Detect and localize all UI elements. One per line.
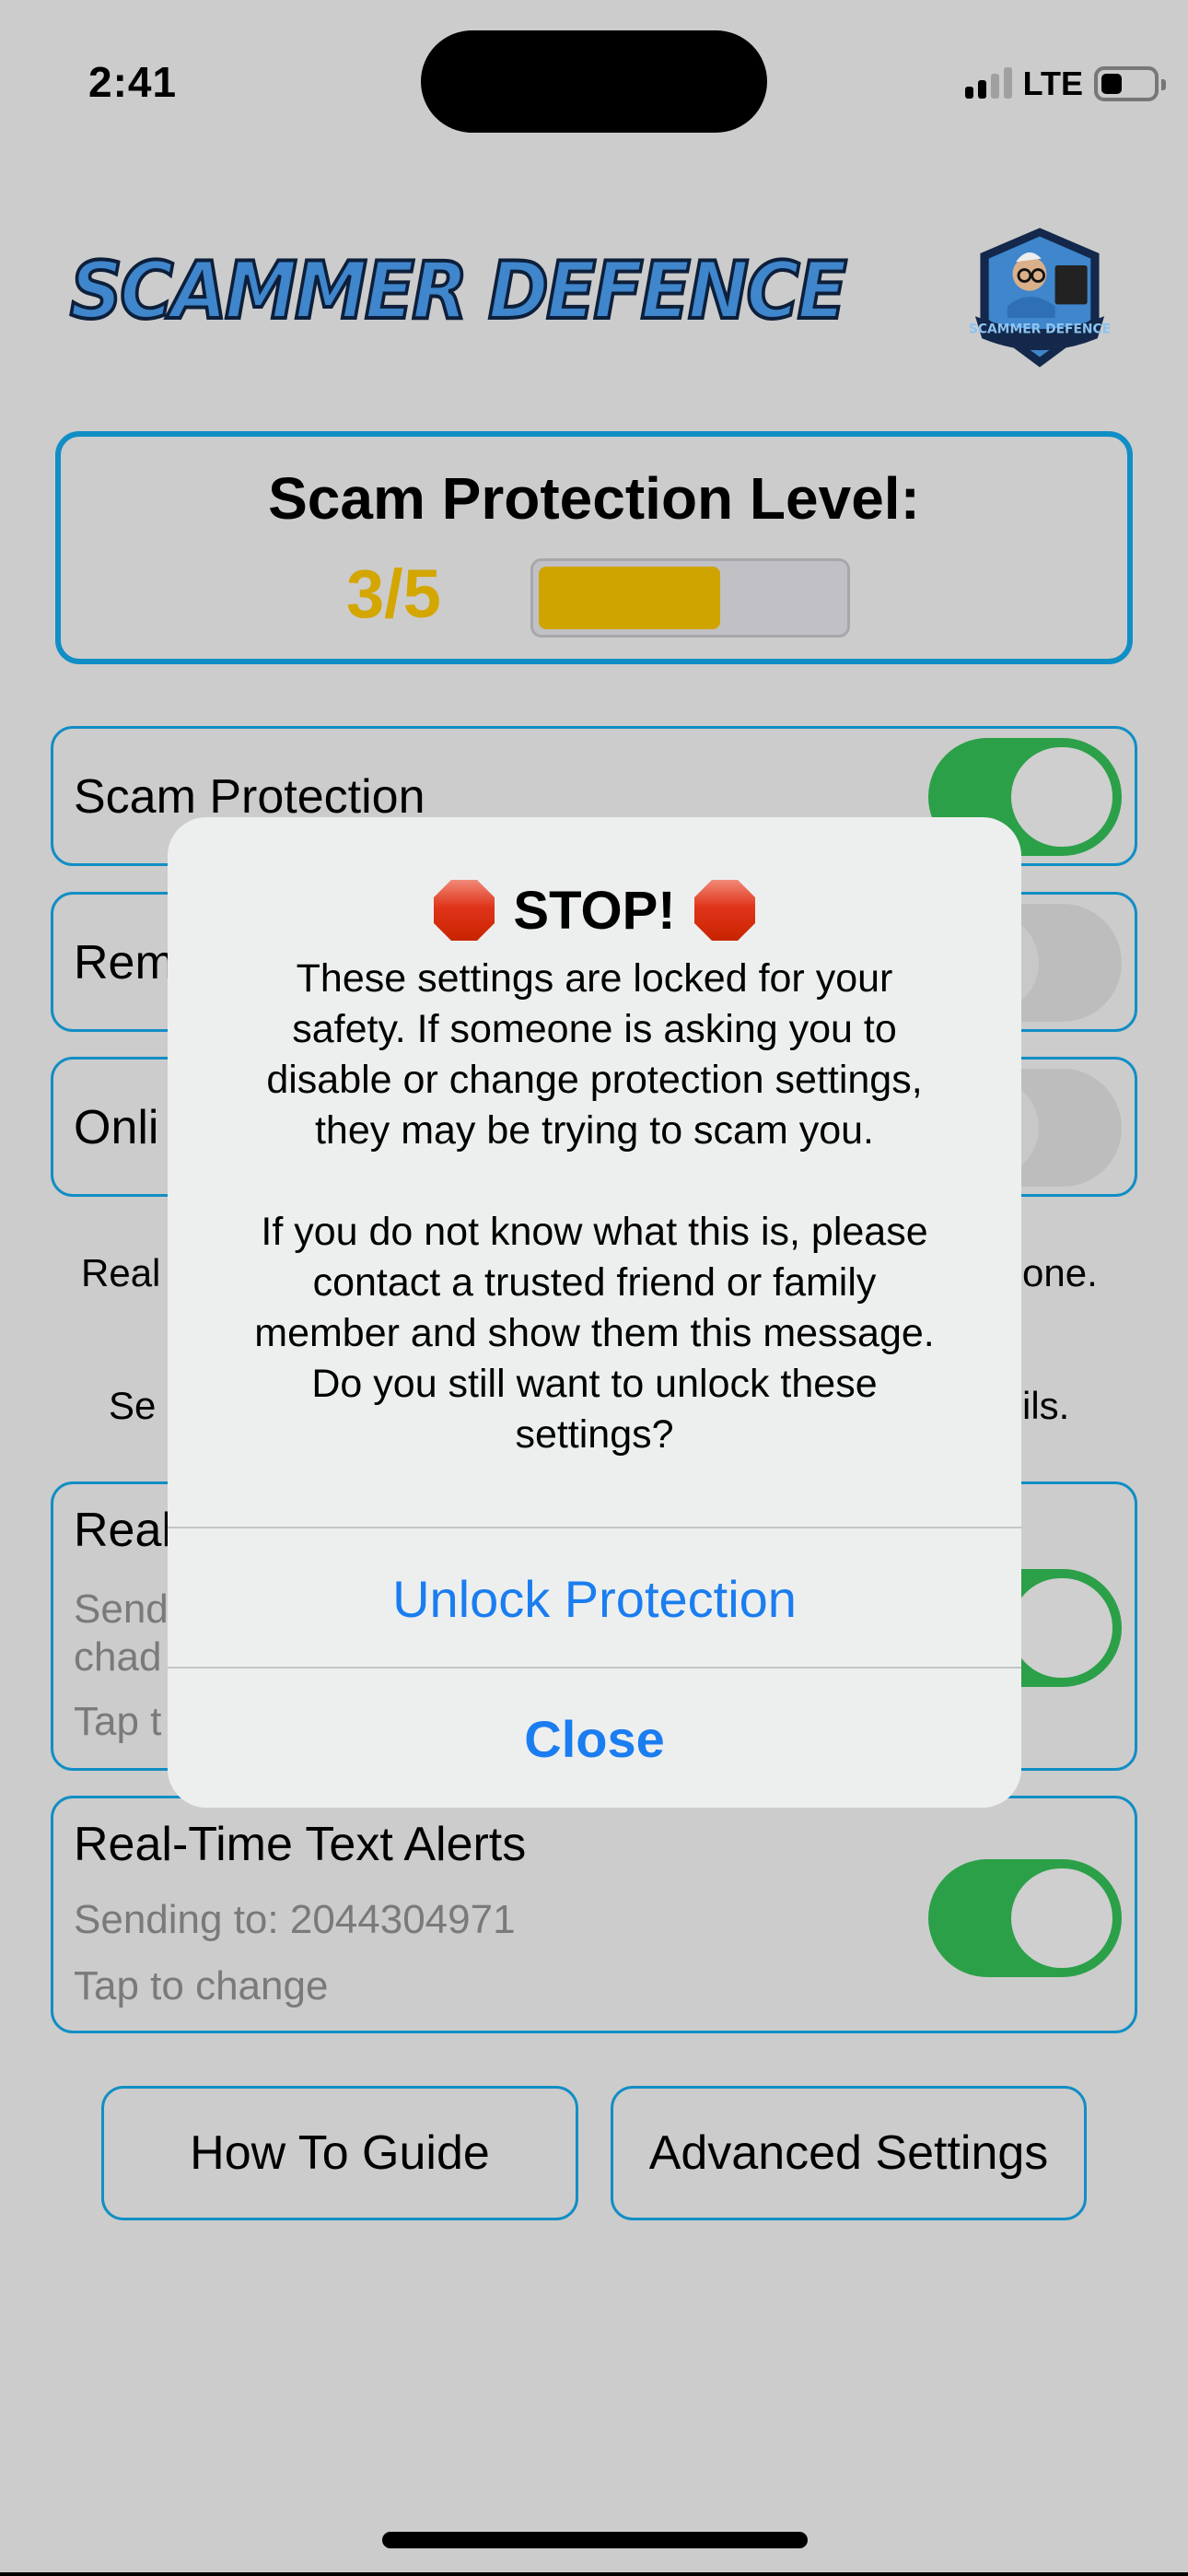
unlock-alert-dialog: STOP! These settings are locked for your… [168, 817, 1021, 1808]
email-alerts-address: chad [74, 1634, 162, 1680]
info-line-1-right: one. [1022, 1251, 1098, 1294]
home-indicator [382, 2532, 808, 2548]
toggle-knob [1011, 747, 1112, 847]
battery-icon [1094, 66, 1166, 101]
signal-icon [964, 67, 1012, 99]
protection-level-card: Scam Protection Level: 3/5 [55, 431, 1133, 664]
info-line-1-left: Real [81, 1251, 161, 1294]
protection-level-value: 3/5 [346, 556, 441, 632]
alert-message: These settings are locked for your safet… [254, 956, 935, 1457]
protection-level-bar [530, 558, 850, 638]
info-line-2-right: ils. [1022, 1384, 1070, 1427]
alert-title: STOP! [168, 878, 1021, 943]
how-to-guide-button[interactable]: How To Guide [101, 2086, 578, 2220]
text-alerts-tap: Tap to change [74, 1963, 329, 2008]
text-alerts-title: Real-Time Text Alerts [74, 1818, 527, 1871]
stop-sign-icon [434, 880, 495, 941]
email-alerts-tap: Tap t [74, 1699, 162, 1744]
protection-level-bar-fill [539, 567, 721, 629]
network-type: LTE [1022, 64, 1083, 102]
close-button[interactable]: Close [168, 1669, 1021, 1808]
badge-text: SCAMMER DEFENCE [969, 322, 1111, 337]
battery-fill [1101, 74, 1122, 94]
setting-label: Onli [74, 1101, 159, 1154]
text-alerts-card[interactable]: Real-Time Text Alerts Sending to: 204430… [51, 1796, 1137, 2033]
setting-label: Rem [74, 936, 175, 989]
advanced-settings-button[interactable]: Advanced Settings [611, 2086, 1087, 2220]
info-line-2-left: Se [109, 1384, 157, 1427]
app-logo-text: SCAMMER DEFENCE [68, 243, 848, 339]
email-alerts-title: Real [74, 1504, 172, 1557]
status-time: 2:41 [88, 58, 178, 106]
stop-sign-icon [693, 880, 755, 941]
screen-bottom-edge [0, 2572, 1188, 2576]
text-alerts-sending: Sending to: 2044304971 [74, 1897, 516, 1942]
dynamic-island [421, 30, 767, 133]
toggle-knob [1011, 1578, 1112, 1678]
unlock-protection-button[interactable]: Unlock Protection [168, 1528, 1021, 1669]
alert-title-text: STOP! [513, 880, 676, 941]
setting-label: Scam Protection [74, 770, 425, 824]
toggle-knob [1011, 1868, 1112, 1968]
protection-level-title: Scam Protection Level: [268, 465, 920, 532]
logo-badge-icon: SCAMMER DEFENCE [969, 228, 1111, 368]
text-alerts-toggle[interactable] [928, 1859, 1122, 1977]
status-right: LTE [964, 64, 1166, 103]
